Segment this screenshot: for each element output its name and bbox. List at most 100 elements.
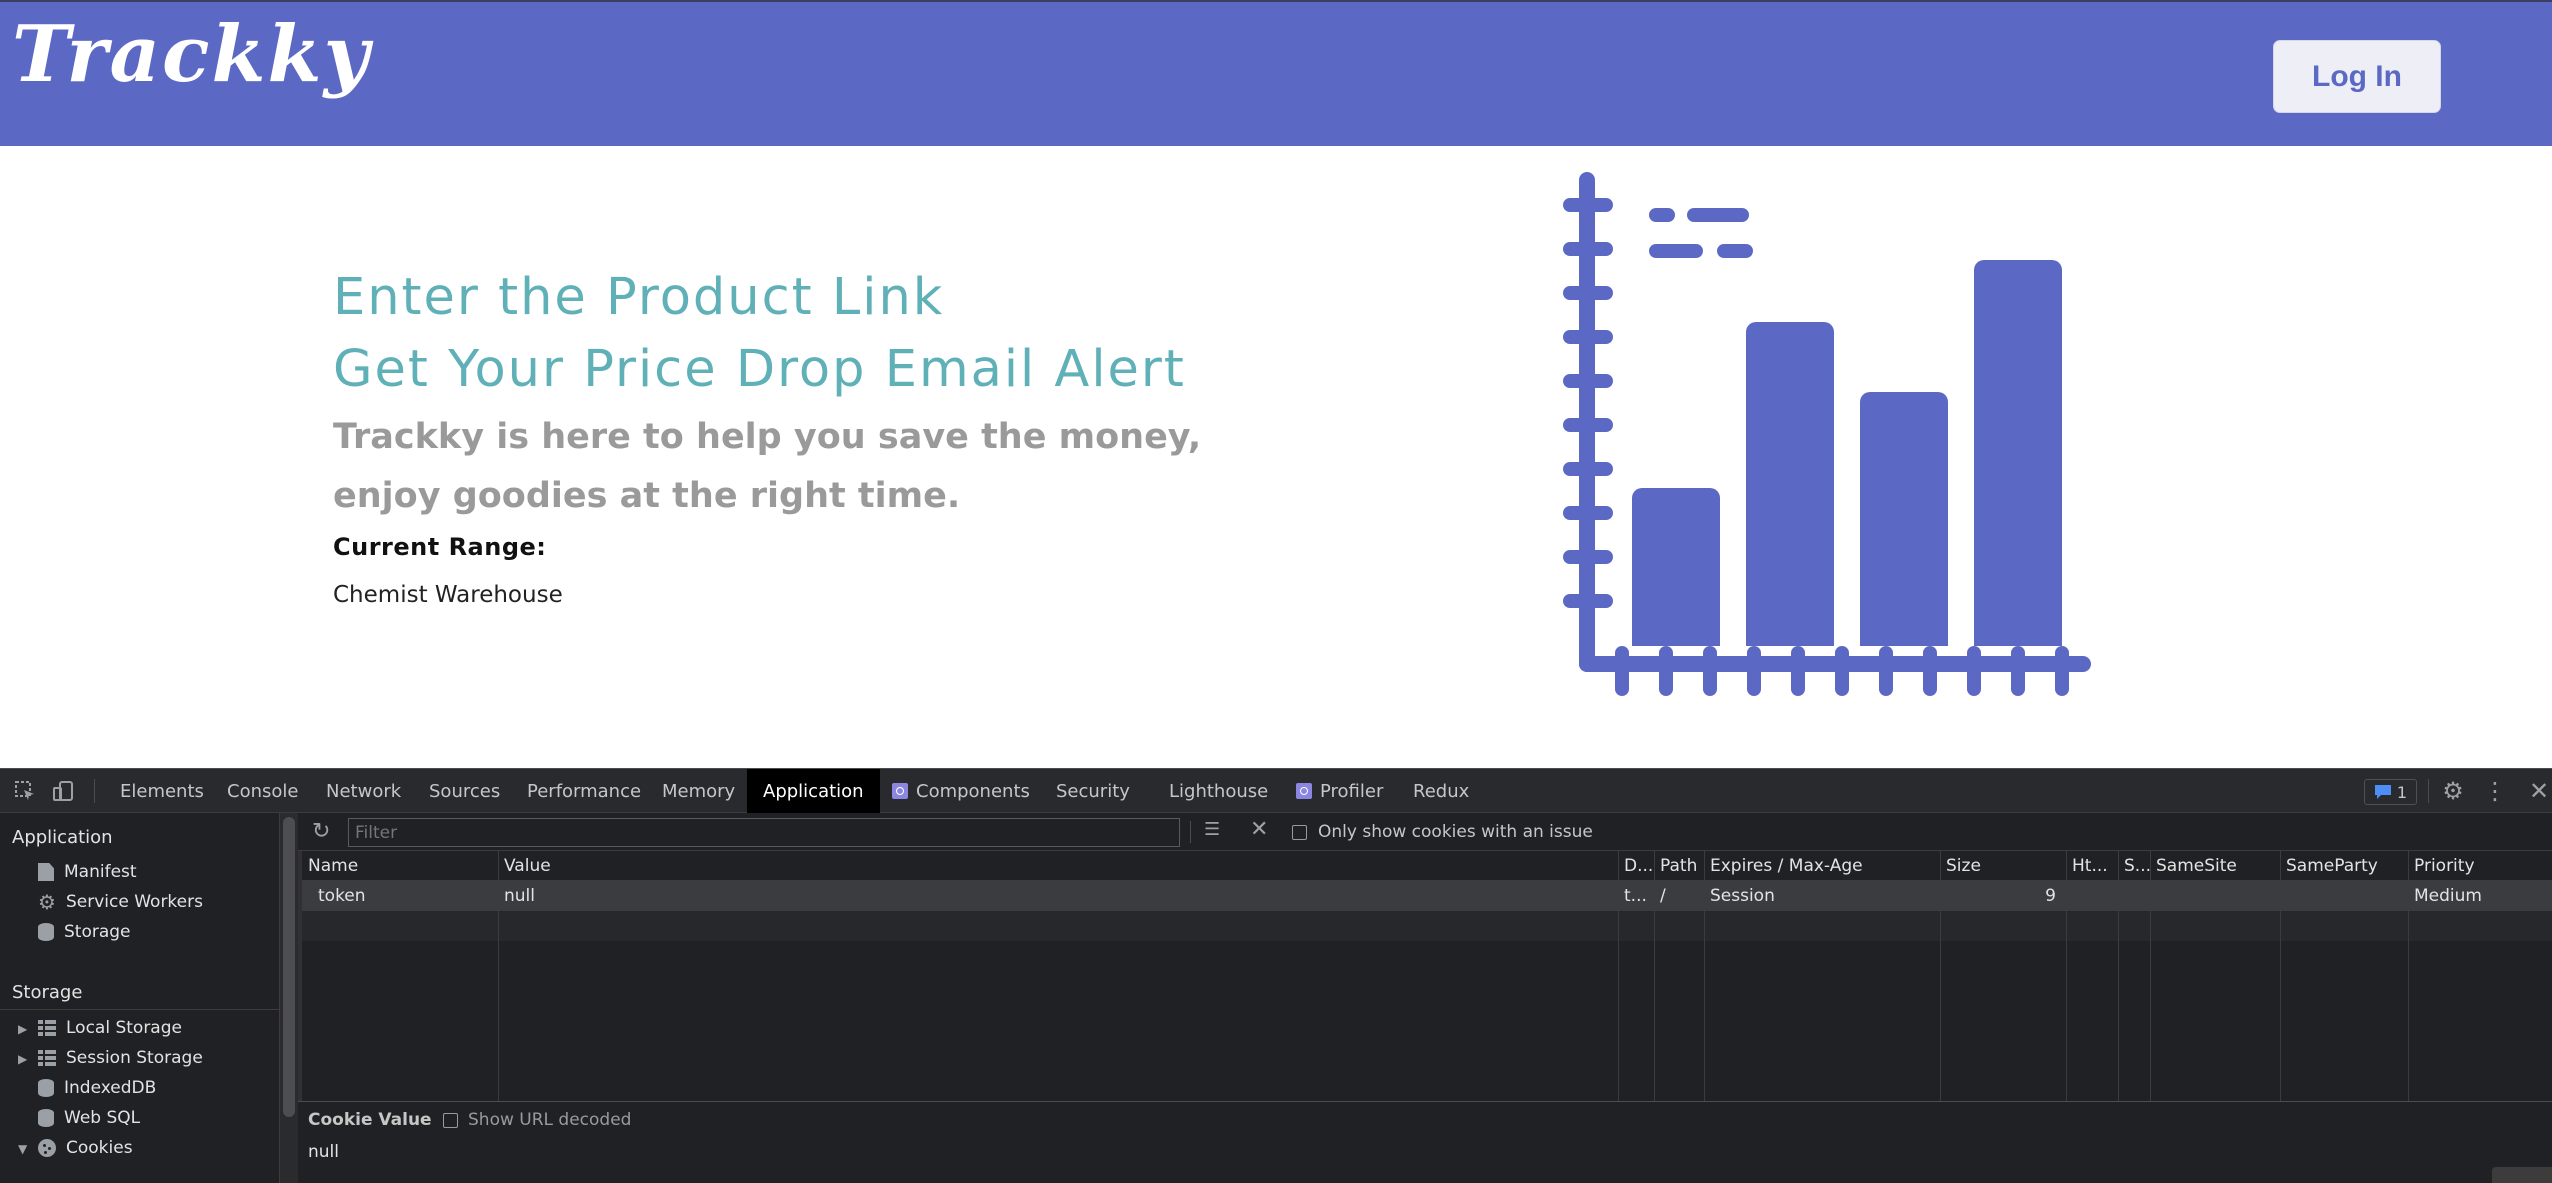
table-icon [38,1020,56,1036]
sidebar-item-label: Storage [64,922,131,942]
tab-application[interactable]: Application [747,769,880,813]
tab-sources[interactable]: Sources [429,769,500,813]
column-header-priority[interactable]: Priority [2408,851,2552,881]
cell-name[interactable]: token [312,881,498,911]
tab-console[interactable]: Console [227,769,298,813]
sidebar-item-label: Cookies [66,1138,133,1158]
expand-arrow-icon[interactable]: ▶ [18,1022,27,1036]
application-sidebar: Application Manifest ⚙ Service Workers St… [0,813,280,1183]
table-row-empty [302,911,2552,941]
clear-filtered-icon[interactable]: ☰ [1204,819,1220,840]
sidebar-item-session-storage[interactable]: Session Storage [38,1048,203,1068]
devtools-panel: Elements Console Network Sources Perform… [0,768,2552,1183]
database-icon [38,923,54,941]
tab-network[interactable]: Network [326,769,401,813]
devtools-tab-bar: Elements Console Network Sources Perform… [0,768,2552,813]
react-icon [892,783,908,799]
tab-profiler[interactable]: Profiler [1296,769,1383,813]
sidebar-scrollbar[interactable] [280,813,298,1183]
tab-components[interactable]: Components [892,769,1030,813]
tab-elements[interactable]: Elements [120,769,204,813]
app-header: Trackky Log In [0,0,2552,146]
trackky-logo[interactable]: Trackky [12,16,371,94]
cell-expires[interactable]: Session [1704,881,1940,911]
sidebar-item-manifest[interactable]: Manifest [38,862,137,882]
tab-profiler-label: Profiler [1320,780,1384,802]
column-header-size[interactable]: Size [1940,851,2066,881]
expand-arrow-icon[interactable]: ▶ [18,1052,27,1066]
login-button[interactable]: Log In [2273,40,2441,113]
device-toolbar-icon[interactable] [50,778,76,804]
cell-size[interactable]: 9 [1940,881,2066,911]
current-range-label: Current Range: [333,533,547,561]
collapse-arrow-icon[interactable]: ▼ [18,1142,27,1156]
toolbar-divider [2428,779,2429,803]
column-header-name[interactable]: Name [302,851,498,881]
panel-resize-handle[interactable] [2492,1167,2552,1183]
only-issues-checkbox[interactable] [1292,825,1307,840]
sidebar-item-label: Manifest [64,862,137,882]
show-url-decoded-checkbox[interactable] [443,1113,458,1128]
sidebar-item-storage[interactable]: Storage [38,922,131,942]
cookies-pane: ↻ ☰ ✕ Only show cookies with an issue Na… [298,813,2552,1183]
inspect-element-icon[interactable] [12,778,38,804]
cookie-value-title: Cookie Value [308,1110,432,1130]
database-icon [38,1079,54,1097]
more-options-icon[interactable]: ⋮ [2482,777,2508,805]
column-header-value[interactable]: Value [498,851,1618,881]
sidebar-heading-storage: Storage [12,982,83,1003]
column-header-path[interactable]: Path [1654,851,1704,881]
only-issues-label: Only show cookies with an issue [1318,822,1593,842]
sidebar-item-label: Web SQL [64,1108,141,1128]
react-icon [1296,783,1312,799]
cookies-toolbar: ↻ ☰ ✕ Only show cookies with an issue [298,813,2552,851]
cell-value[interactable]: null [498,881,1618,911]
sidebar-divider [0,1009,280,1010]
column-divider[interactable] [2150,851,2151,1101]
cell-domain[interactable]: t... [1618,881,1654,911]
column-header-domain[interactable]: D... [1618,851,1654,881]
scrollbar-thumb[interactable] [283,817,295,1117]
sidebar-item-indexeddb[interactable]: IndexedDB [38,1078,156,1098]
column-header-expires[interactable]: Expires / Max-Age [1704,851,1940,881]
current-range-value: Chemist Warehouse [333,582,563,608]
column-header-httponly[interactable]: Ht... [2066,851,2118,881]
cookie-value-text[interactable]: null [308,1142,339,1162]
issues-count: 1 [2396,782,2408,802]
refresh-icon[interactable]: ↻ [312,819,330,844]
column-header-samesite[interactable]: SameSite [2150,851,2280,881]
tagline-line-2: enjoy goodies at the right time. [333,476,961,516]
cell-path[interactable]: / [1654,881,1704,911]
column-divider[interactable] [2066,851,2067,1101]
settings-gear-icon[interactable]: ⚙ [2440,777,2466,805]
toolbar-divider [94,779,95,803]
cell-priority[interactable]: Medium [2408,881,2552,911]
sidebar-item-local-storage[interactable]: Local Storage [38,1018,182,1038]
headline-line-1: Enter the Product Link [333,268,945,327]
sidebar-item-web-sql[interactable]: Web SQL [38,1108,140,1128]
database-icon [38,1109,54,1127]
bar-chart-icon [1563,172,2091,696]
column-divider[interactable] [2118,851,2119,1101]
sidebar-item-cookies[interactable]: Cookies [38,1138,133,1158]
tab-performance[interactable]: Performance [527,769,641,813]
tab-redux[interactable]: Redux [1413,769,1469,813]
delete-all-icon[interactable]: ✕ [1250,817,1268,842]
column-divider[interactable] [2280,851,2281,1101]
filter-input[interactable] [348,818,1180,847]
column-header-sameparty[interactable]: SameParty [2280,851,2408,881]
sidebar-heading-application: Application [12,827,113,848]
show-url-decoded-label: Show URL decoded [468,1110,632,1130]
tab-lighthouse[interactable]: Lighthouse [1169,769,1268,813]
gear-icon: ⚙ [38,890,56,914]
table-icon [38,1050,56,1066]
sidebar-item-service-workers[interactable]: ⚙ Service Workers [38,892,203,912]
column-header-secure[interactable]: S... [2118,851,2150,881]
tab-memory[interactable]: Memory [662,769,735,813]
issues-badge[interactable]: 1 [2364,779,2417,805]
tab-security[interactable]: Security [1056,769,1130,813]
close-icon[interactable]: ✕ [2526,777,2552,805]
sidebar-item-label: Session Storage [66,1048,203,1068]
cookies-table: Name Value D... Path Expires / Max-Age S… [298,851,2552,1101]
sidebar-item-label: Local Storage [66,1018,182,1038]
